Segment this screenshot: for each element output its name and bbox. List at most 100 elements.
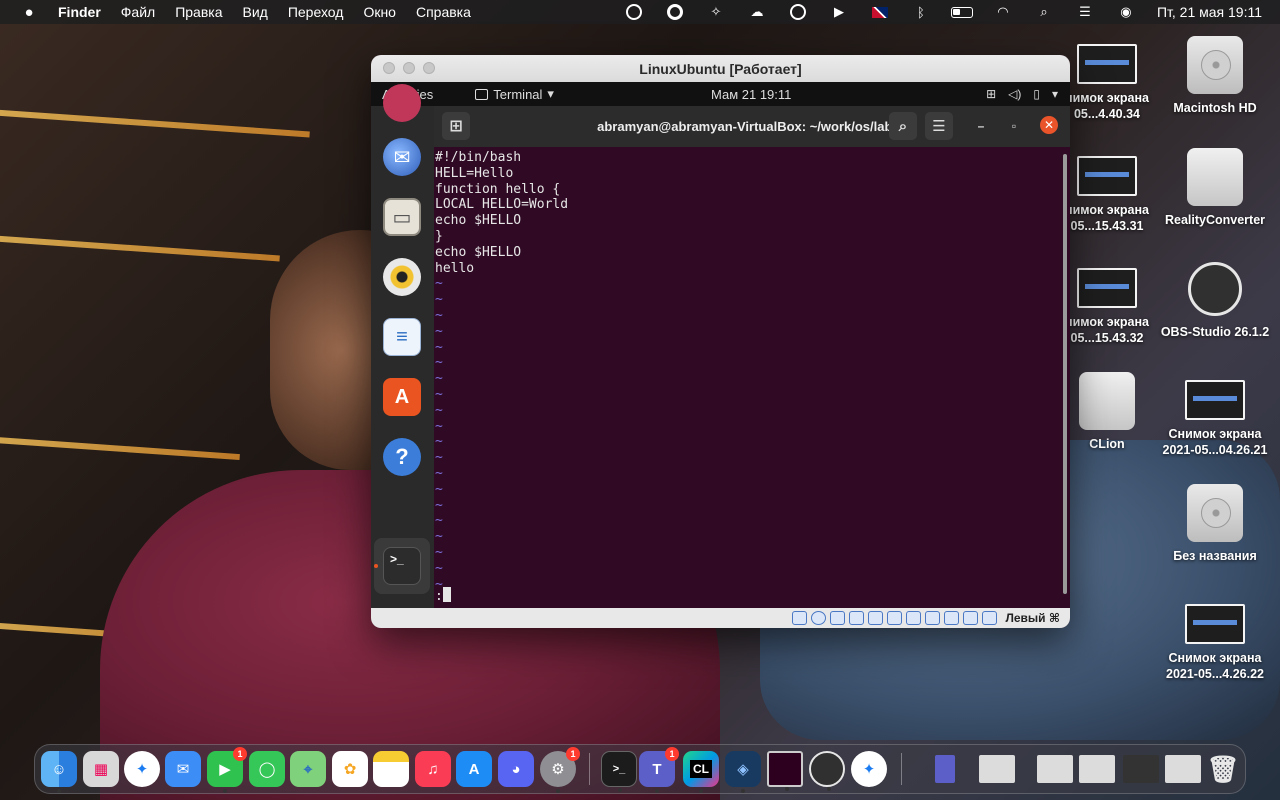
firefox-partial-icon[interactable] [383, 84, 421, 122]
volume-icon: ◁) [1008, 87, 1022, 101]
spotlight-icon[interactable]: ⌕ [1033, 4, 1055, 20]
minimized-window-2[interactable] [979, 755, 1015, 783]
mail-icon[interactable]: ✉ [165, 751, 201, 787]
keyboard-capture-icon[interactable] [982, 611, 998, 625]
facetime-icon[interactable]: ▶ 1 [207, 747, 247, 793]
desktop-icon-untitled-disk[interactable]: Без названия [1160, 484, 1270, 564]
zoom-window-button[interactable] [423, 62, 435, 74]
files-icon[interactable]: ▭ [383, 198, 421, 236]
thunderbird-icon[interactable]: ✉ [383, 138, 421, 176]
app-store-icon[interactable]: A [456, 751, 492, 787]
display-status-icon[interactable] [906, 611, 922, 625]
audio-status-icon[interactable] [830, 611, 846, 625]
terminal-window[interactable]: ⊞ abramyan@abramyan-VirtualBox: ~/work/o… [434, 106, 1070, 608]
safari-icon[interactable]: ✦ [124, 751, 160, 787]
terminal-dock-icon[interactable]: >_ [601, 751, 637, 792]
desktop-icon-screenshot-4[interactable]: Снимок экрана 2021-05...04.26.21 [1160, 380, 1270, 458]
vbox-titlebar[interactable]: LinuxUbuntu [Работает] [371, 55, 1070, 82]
music-icon[interactable]: ♫ [415, 751, 451, 787]
trash-icon[interactable]: 🗑 [1205, 751, 1241, 787]
ubuntu-software-icon[interactable]: A [383, 378, 421, 416]
siri-icon[interactable]: ◉ [1115, 4, 1137, 20]
terminal-icon[interactable]: >_ [383, 547, 421, 585]
menubar-clock[interactable]: Пт, 21 мая 19:11 [1157, 4, 1262, 20]
photos-icon[interactable]: ✿ [332, 751, 368, 787]
minimize-icon[interactable]: – [971, 116, 991, 136]
obs-app-icon [1188, 262, 1242, 316]
desktop-icon-macintosh-hd[interactable]: Macintosh HD [1160, 36, 1270, 116]
vim-empty-line: ~ [435, 307, 443, 323]
menu-window[interactable]: Окно [363, 4, 396, 20]
screenshot-thumbnail-icon [1077, 156, 1137, 196]
discord-icon[interactable]: ◕ [498, 751, 534, 787]
menu-file[interactable]: Файл [121, 4, 155, 20]
hamburger-menu-icon[interactable]: ☰ [925, 112, 953, 140]
notes-icon[interactable] [373, 751, 409, 787]
wifi-icon[interactable]: ◠ [992, 4, 1014, 20]
menu-go[interactable]: Переход [288, 4, 344, 20]
close-window-button[interactable] [383, 62, 395, 74]
apple-menu-icon[interactable]: ● [20, 4, 38, 21]
menu-app-finder[interactable]: Finder [58, 4, 101, 20]
minimized-window-6[interactable] [1165, 755, 1201, 783]
vim-empty-line: ~ [435, 544, 443, 560]
desktop-icon-reality-converter[interactable]: RealityConverter [1160, 148, 1270, 228]
rhythmbox-icon[interactable] [383, 258, 421, 296]
messages-icon[interactable]: ◯ [249, 751, 285, 787]
minimized-window-1[interactable] [935, 755, 955, 783]
libreoffice-writer-icon[interactable]: ≡ [383, 318, 421, 356]
play-icon[interactable]: ▶ [828, 4, 850, 20]
menu-view[interactable]: Вид [243, 4, 268, 20]
ubuntu-clock[interactable]: Мам 21 19:11 [711, 87, 791, 102]
finder-icon[interactable]: ☺ [41, 751, 77, 793]
input-flag-icon[interactable] [869, 4, 891, 20]
maximize-icon[interactable]: ▫ [1004, 116, 1024, 136]
menu-help[interactable]: Справка [416, 4, 471, 20]
control-center-icon[interactable]: ☰ [1074, 4, 1096, 20]
menu-edit[interactable]: Правка [175, 4, 222, 20]
obs-tray-icon[interactable] [623, 4, 645, 20]
teams-icon[interactable]: T1 [639, 747, 679, 793]
bluetooth-icon[interactable]: ᛒ [910, 4, 932, 20]
virtualbox-window[interactable]: LinuxUbuntu [Работает] Activities Termin… [371, 55, 1070, 628]
vim-command-line[interactable]: : [435, 587, 451, 605]
help-icon[interactable]: ? [383, 438, 421, 476]
minimized-window-4[interactable] [1079, 755, 1115, 783]
cpu-status-icon[interactable] [944, 611, 960, 625]
maps-icon[interactable]: ⌖ [290, 751, 326, 787]
desktop-icon-obs-studio[interactable]: OBS-Studio 26.1.2 [1160, 262, 1270, 340]
ubuntu-system-tray[interactable]: ⊞ ◁) ▯ ▾ [986, 87, 1058, 101]
usb-status-icon[interactable] [868, 611, 884, 625]
search-icon[interactable]: ⌕ [889, 112, 917, 140]
system-preferences-icon[interactable]: ⚙ 1 [540, 747, 580, 793]
minimize-window-button[interactable] [403, 62, 415, 74]
terminal-scrollbar[interactable] [1063, 154, 1067, 594]
tool-tray-icon[interactable]: ✧ [705, 4, 727, 20]
virtualbox-icon[interactable]: ◈ [725, 751, 761, 793]
optical-drive-icon[interactable] [811, 611, 827, 625]
launchpad-icon[interactable]: ▦ [83, 751, 119, 787]
system-menu-arrow-icon: ▾ [1051, 87, 1058, 101]
hdd-status-icon[interactable] [792, 611, 808, 625]
safari-alt-icon[interactable]: ✦ [851, 751, 887, 787]
close-icon[interactable]: ✕ [1040, 116, 1058, 134]
target-tray-icon[interactable] [664, 4, 686, 20]
shared-folder-icon[interactable] [887, 611, 903, 625]
terminal-headerbar[interactable]: ⊞ abramyan@abramyan-VirtualBox: ~/work/o… [434, 106, 1070, 147]
recording-status-icon[interactable] [925, 611, 941, 625]
obs-dock-icon[interactable] [809, 751, 845, 791]
minimized-window-5[interactable] [1123, 755, 1159, 783]
terminal-content[interactable]: #!/bin/bash HELL=Hello function hello { … [434, 147, 1070, 604]
terminal-app-menu[interactable]: Terminal ▾ [475, 86, 554, 102]
vim-empty-line: ~ [435, 434, 443, 450]
new-tab-icon[interactable]: ⊞ [442, 112, 470, 140]
minimized-window-3[interactable] [1037, 755, 1073, 783]
network-status-icon[interactable] [849, 611, 865, 625]
mouse-integration-icon[interactable] [963, 611, 979, 625]
desktop-icon-screenshot-5[interactable]: Снимок экрана 2021-05...4.26.22 [1160, 604, 1270, 682]
cloud-icon[interactable]: ☁ [746, 4, 768, 20]
vm-preview-icon[interactable] [767, 751, 803, 791]
clion-icon[interactable]: CL [683, 751, 719, 793]
battery-icon[interactable] [950, 4, 973, 20]
shazam-icon[interactable] [787, 4, 809, 20]
